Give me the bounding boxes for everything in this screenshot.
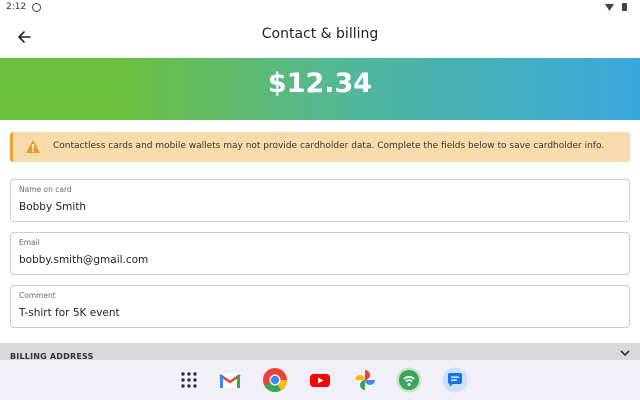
warning-icon [26, 140, 40, 153]
status-icons [604, 2, 634, 15]
gmail-icon[interactable] [217, 367, 243, 393]
hotspot-app-icon[interactable] [396, 367, 422, 393]
taskbar [0, 360, 640, 400]
field-label: Email [19, 238, 40, 247]
chevron-down-icon [620, 350, 630, 357]
name-on-card-field[interactable]: Name on card [10, 179, 630, 222]
page-title: Contact & billing [261, 26, 379, 42]
messages-icon[interactable] [442, 367, 468, 393]
name-on-card-input[interactable] [19, 201, 609, 213]
field-label: Comment [19, 291, 56, 300]
comment-input[interactable] [19, 307, 609, 319]
field-label: Name on card [19, 185, 72, 194]
email-input[interactable] [19, 254, 609, 266]
total-amount: $12.34 [267, 68, 373, 99]
chrome-icon[interactable] [262, 367, 288, 393]
youtube-icon[interactable] [307, 367, 333, 393]
wifi-battery-icon [605, 3, 627, 11]
amount-banner: $12.34 [0, 58, 640, 120]
email-field[interactable]: Email [10, 232, 630, 275]
comment-field[interactable]: Comment [10, 285, 630, 328]
app-bar: Contact & billing [0, 16, 640, 58]
warning-text: Contactless cards and mobile wallets may… [53, 141, 605, 151]
status-notification-icon [32, 3, 41, 12]
status-bar: 2:12 [0, 0, 640, 16]
status-time: 2:12 [6, 2, 27, 12]
photos-icon[interactable] [352, 367, 378, 393]
app-drawer-icon[interactable] [176, 367, 202, 393]
warning-banner: Contactless cards and mobile wallets may… [10, 132, 630, 162]
